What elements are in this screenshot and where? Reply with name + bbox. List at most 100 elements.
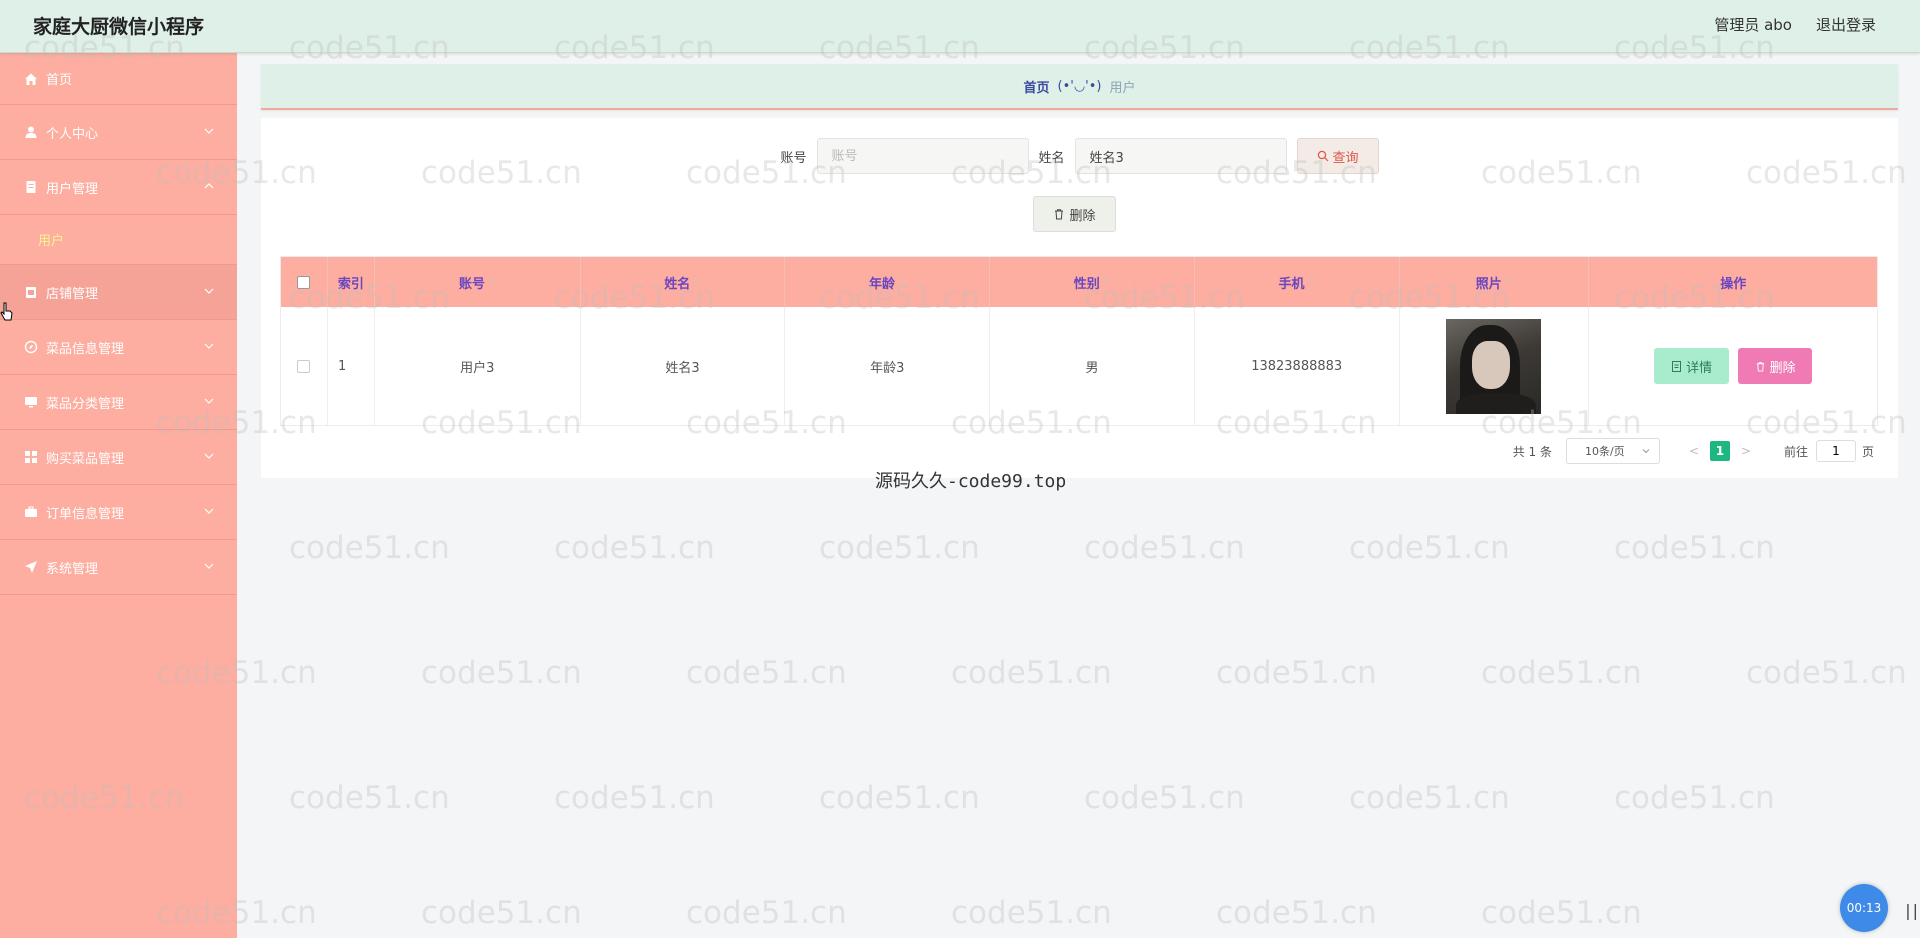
cell-sex: 男 [990,307,1195,425]
sidebar-item-label: 店铺管理 [46,286,99,302]
page-size-select[interactable]: 10条/页 [1565,438,1660,464]
recorder-timer[interactable]: 00:13 [1840,884,1888,932]
cell-name: 姓名3 [581,307,786,425]
navigate-icon [24,560,38,574]
breadcrumb-home[interactable]: 首页 [1023,77,1049,96]
watermark: code51.cn [686,655,847,691]
doc-icon [24,180,38,194]
sort-icon: ⇅ [1102,277,1111,287]
name-input[interactable] [1074,138,1287,174]
column-header-actions: 操作 [1720,276,1747,292]
sort-icon: ⇅ [693,277,701,287]
next-page-button[interactable]: > [1736,444,1756,458]
page-number-current[interactable]: 1 [1709,441,1730,461]
chevron-up-icon [204,183,214,189]
goto-label: 前往 [1783,444,1808,459]
watermark: code51.cn [1084,780,1245,816]
chevron-down-icon [204,343,214,349]
sidebar-item-profile[interactable]: 个人中心 [0,105,237,160]
watermark: code51.cn [1614,780,1775,816]
column-header-index: 索引 [328,257,375,307]
sidebar-item-user-management[interactable]: 用户管理 [0,160,237,215]
trash-icon [1055,209,1064,220]
sidebar-item-dish-info[interactable]: 菜品信息管理 [0,320,237,375]
home-icon [24,72,38,86]
cell-age: 年龄3 [785,307,991,425]
watermark: code51.cn [1216,655,1377,691]
watermark: code51.cn [1481,655,1642,691]
hand-cursor-icon [0,302,13,321]
sidebar-item-orders[interactable]: 订单信息管理 [0,485,237,540]
user-photo[interactable] [1446,318,1542,414]
main-panel: 账号 姓名 查询 删除 索引 账号⇅ 姓名⇅ 年龄⇅ 性别⇅ 手机⇅ 照片⇅ 操… [261,118,1898,478]
batch-delete-button[interactable]: 删除 [1033,196,1116,232]
column-header-phone[interactable]: 手机 ⇅ [1195,257,1400,307]
sidebar-item-label: 系统管理 [46,561,99,577]
watermark: code51.cn [951,895,1112,931]
recorder-pause-icon[interactable]: || [1905,901,1920,920]
select-all-checkbox[interactable] [297,275,311,289]
grid-icon [24,450,38,464]
watermark: code51.cn [1084,530,1245,566]
row-check-cell [281,307,328,425]
cell-actions: 详情 删除 [1589,307,1877,425]
chevron-down-icon [204,128,214,134]
search-icon [1317,150,1328,162]
sidebar-item-label: 个人中心 [46,126,99,142]
column-header-age[interactable]: 年龄 ⇅ [785,257,991,307]
briefcase-icon [24,505,38,519]
watermark: code51.cn [421,655,582,691]
pagination-total: 共 1 条 [1512,444,1552,459]
sidebar-item-label: 用户管理 [46,181,99,197]
column-header-account[interactable]: 账号 ⇅ [375,257,581,307]
goto-page-input[interactable] [1815,440,1856,462]
watermark: code51.cn [289,780,450,816]
account-input[interactable] [816,138,1029,174]
chevron-down-icon [204,508,214,514]
column-header-name[interactable]: 姓名 ⇅ [581,257,786,307]
row-checkbox[interactable] [297,359,311,373]
watermark: code51.cn [554,780,715,816]
delete-button[interactable]: 删除 [1738,348,1813,384]
sidebar-item-home[interactable]: 首页 [0,53,237,105]
document-icon [1672,360,1682,372]
current-user: 管理员 abo [1714,16,1792,34]
sidebar-item-dish-category[interactable]: 菜品分类管理 [0,375,237,430]
batch-delete-label: 删除 [1069,208,1096,224]
watermark: code51.cn [1349,530,1510,566]
sidebar-item-label: 首页 [46,73,73,88]
user-icon [24,125,38,139]
chevron-down-icon [204,398,214,404]
watermark: code51.cn [686,895,847,931]
chevron-down-icon [204,453,214,459]
column-header-sex[interactable]: 性别 ⇅ [990,257,1195,307]
cell-photo [1400,307,1590,425]
goto-unit: 页 [1861,444,1874,459]
sidebar-item-label: 菜品分类管理 [46,396,125,412]
sidebar-item-purchase[interactable]: 购买菜品管理 [0,430,237,485]
chevron-down-icon [204,288,214,294]
sidebar-item-system[interactable]: 系统管理 [0,540,237,595]
sidebar-item-shop-management[interactable]: 店铺管理 [0,265,237,320]
topbar-right: 管理员 abo 退出登录 [1714,14,1876,35]
chevron-down-icon [1642,449,1650,454]
column-header-photo[interactable]: 照片 ⇅ [1400,257,1590,307]
sort-icon: ⇅ [487,277,496,287]
sidebar-subitem-users[interactable]: 用户 [0,215,237,265]
monitor-icon [24,395,38,409]
watermark: code51.cn [289,530,450,566]
watermark: code51.cn [1216,895,1377,931]
sidebar: 首页 个人中心 用户管理 用户 店铺管理 菜品信息管理 菜品分类管理 购买菜品管… [0,53,237,938]
logout-link[interactable]: 退出登录 [1816,14,1876,35]
delete-button-label: 删除 [1769,360,1796,376]
sort-icon: ⇅ [1307,277,1316,287]
account-label: 账号 [780,150,807,166]
sort-icon: ⇅ [897,277,906,287]
detail-button[interactable]: 详情 [1654,348,1730,384]
cell-phone: 13823888883 [1195,307,1400,425]
chevron-down-icon [204,563,214,569]
select-all-cell [281,257,328,307]
query-button[interactable]: 查询 [1296,138,1379,174]
table-header: 索引 账号 ⇅ 姓名 ⇅ 年龄 ⇅ 性别 ⇅ 手机 ⇅ 照片 ⇅ 操作 [281,257,1877,307]
prev-page-button[interactable]: < [1684,444,1704,458]
